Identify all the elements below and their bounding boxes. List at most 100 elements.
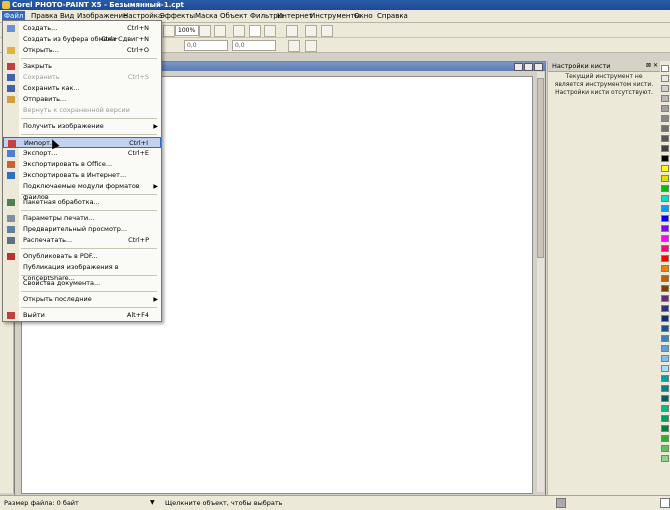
file-menu-item[interactable]: Публикация изображения в ConceptShare...: [3, 262, 161, 282]
menu-object[interactable]: Объект: [218, 11, 249, 21]
status-dropdown-arrow-icon[interactable]: ▼: [150, 499, 155, 506]
color-swatch[interactable]: [661, 225, 669, 232]
file-menu-item[interactable]: Создать из буфера обмена Ctrl+Сдвиг+N: [3, 34, 161, 45]
color-swatch[interactable]: [661, 135, 669, 142]
lock-ratio-icon[interactable]: [288, 40, 300, 52]
file-menu-item[interactable]: Предварительный просмотр...: [3, 224, 161, 235]
file-menu-item[interactable]: Сохранить Ctrl+S: [3, 72, 161, 83]
menu-window[interactable]: Окно: [352, 11, 375, 21]
color-swatch[interactable]: [661, 245, 669, 252]
color-swatch[interactable]: [661, 345, 669, 352]
color-swatch[interactable]: [661, 295, 669, 302]
menu-help[interactable]: Справка: [375, 11, 410, 21]
file-menu-item[interactable]: Создать... Ctrl+N: [3, 23, 161, 34]
menu-item-label: Открыть...: [23, 46, 59, 54]
file-menu-item[interactable]: Открыть... Ctrl+O: [3, 45, 161, 56]
vertical-scrollbar[interactable]: [537, 72, 544, 492]
color-swatch[interactable]: [661, 435, 669, 442]
color-swatch[interactable]: [661, 285, 669, 292]
color-swatch[interactable]: [661, 405, 669, 412]
anchor-icon[interactable]: [305, 40, 317, 52]
menu-mask[interactable]: Маска: [193, 11, 220, 21]
color-swatch[interactable]: [661, 195, 669, 202]
print-toolbar-icon[interactable]: [305, 25, 317, 37]
color-swatch[interactable]: [661, 65, 669, 72]
file-menu-item[interactable]: Экспортировать в Интернет...: [3, 170, 161, 181]
menu-item-shortcut: Ctrl+E: [127, 149, 149, 157]
menu-item-label: Экспортировать в Office...: [23, 160, 113, 168]
window-title: Corel PHOTO-PAINT X5 - Безымянный-1.cpt: [12, 1, 184, 9]
color-swatch[interactable]: [661, 75, 669, 82]
file-menu-item[interactable]: Распечатать... Ctrl+P: [3, 235, 161, 246]
menu-item-label: Выйти: [23, 311, 45, 319]
file-menu-item[interactable]: Пакетная обработка...: [3, 197, 161, 208]
file-menu-item[interactable]: Открыть последние ▶: [3, 294, 161, 305]
zoom-in-icon[interactable]: [199, 25, 211, 37]
color-swatch[interactable]: [661, 175, 669, 182]
color-swatch[interactable]: [661, 155, 669, 162]
file-menu-item[interactable]: Свойства документа...: [3, 278, 161, 289]
file-menu-item[interactable]: Вернуть к сохраненной версии: [3, 105, 161, 116]
color-swatch[interactable]: [661, 425, 669, 432]
color-swatch[interactable]: [661, 255, 669, 262]
color-swatch[interactable]: [661, 85, 669, 92]
file-menu-item[interactable]: Импорт... Ctrl+I: [3, 137, 161, 148]
submenu-arrow-icon: ▶: [153, 296, 158, 303]
color-swatch[interactable]: [661, 375, 669, 382]
color-swatch[interactable]: [661, 385, 669, 392]
color-swatch[interactable]: [661, 145, 669, 152]
color-swatch[interactable]: [661, 205, 669, 212]
pan-icon[interactable]: [249, 25, 261, 37]
color-swatch[interactable]: [661, 445, 669, 452]
color-swatch[interactable]: [661, 115, 669, 122]
color-swatch[interactable]: [661, 185, 669, 192]
file-menu-item[interactable]: Экспорт... Ctrl+E: [3, 148, 161, 159]
file-menu-item[interactable]: Отправить...: [3, 94, 161, 105]
color-swatch[interactable]: [661, 305, 669, 312]
zoom-level-field[interactable]: 100%: [175, 25, 199, 36]
file-menu-item[interactable]: Выйти Alt+F4: [3, 310, 161, 321]
zoom-out-icon[interactable]: [163, 25, 175, 37]
menu-item-label: Распечатать...: [23, 236, 73, 244]
color-swatch[interactable]: [661, 365, 669, 372]
position-x-field[interactable]: 0,0: [184, 40, 228, 51]
color-swatch[interactable]: [661, 275, 669, 282]
color-swatch[interactable]: [661, 415, 669, 422]
file-menu-item[interactable]: Закрыть: [3, 61, 161, 72]
grid-toggle-icon[interactable]: [286, 25, 298, 37]
print-preview-icon: [7, 226, 15, 233]
color-swatch[interactable]: [661, 335, 669, 342]
zoom-page-icon[interactable]: [233, 25, 245, 37]
color-swatch[interactable]: [661, 355, 669, 362]
menu-item-label: Параметры печати...: [23, 214, 95, 222]
position-y-field[interactable]: 0,0: [232, 40, 276, 51]
color-swatch[interactable]: [661, 235, 669, 242]
file-menu-item[interactable]: Параметры печати...: [3, 213, 161, 224]
menu-effects[interactable]: Эффекты: [158, 11, 197, 21]
scrollbar-thumb[interactable]: [537, 78, 544, 258]
color-swatch[interactable]: [661, 125, 669, 132]
docker-close-icon[interactable]: ⊠ ✕: [646, 62, 658, 69]
color-swatch[interactable]: [661, 395, 669, 402]
title-bar: Corel PHOTO-PAINT X5 - Безымянный-1.cpt: [0, 0, 670, 10]
color-swatch[interactable]: [661, 315, 669, 322]
color-swatch[interactable]: [661, 215, 669, 222]
file-menu-item[interactable]: Подключаемые модули форматов файлов ▶: [3, 181, 161, 201]
color-swatch[interactable]: [661, 95, 669, 102]
color-swatch[interactable]: [661, 265, 669, 272]
hand-tool-icon[interactable]: [264, 25, 276, 37]
maximize-icon[interactable]: [524, 63, 533, 71]
minimize-icon[interactable]: [514, 63, 523, 71]
app-launcher-icon[interactable]: [321, 25, 333, 37]
file-menu-item[interactable]: Экспортировать в Office...: [3, 159, 161, 170]
file-menu-item[interactable]: Сохранить как...: [3, 83, 161, 94]
file-menu-item[interactable]: Получить изображение ▶: [3, 121, 161, 132]
color-swatch[interactable]: [661, 105, 669, 112]
close-icon[interactable]: [534, 63, 543, 71]
color-swatch[interactable]: [661, 325, 669, 332]
color-swatch[interactable]: [661, 165, 669, 172]
zoom-fit-icon[interactable]: [214, 25, 226, 37]
file-menu-item[interactable]: Опубликовать в PDF...: [3, 251, 161, 262]
color-swatch[interactable]: [661, 455, 669, 462]
docker-header: Настройки кисти ⊠ ✕: [548, 61, 660, 72]
